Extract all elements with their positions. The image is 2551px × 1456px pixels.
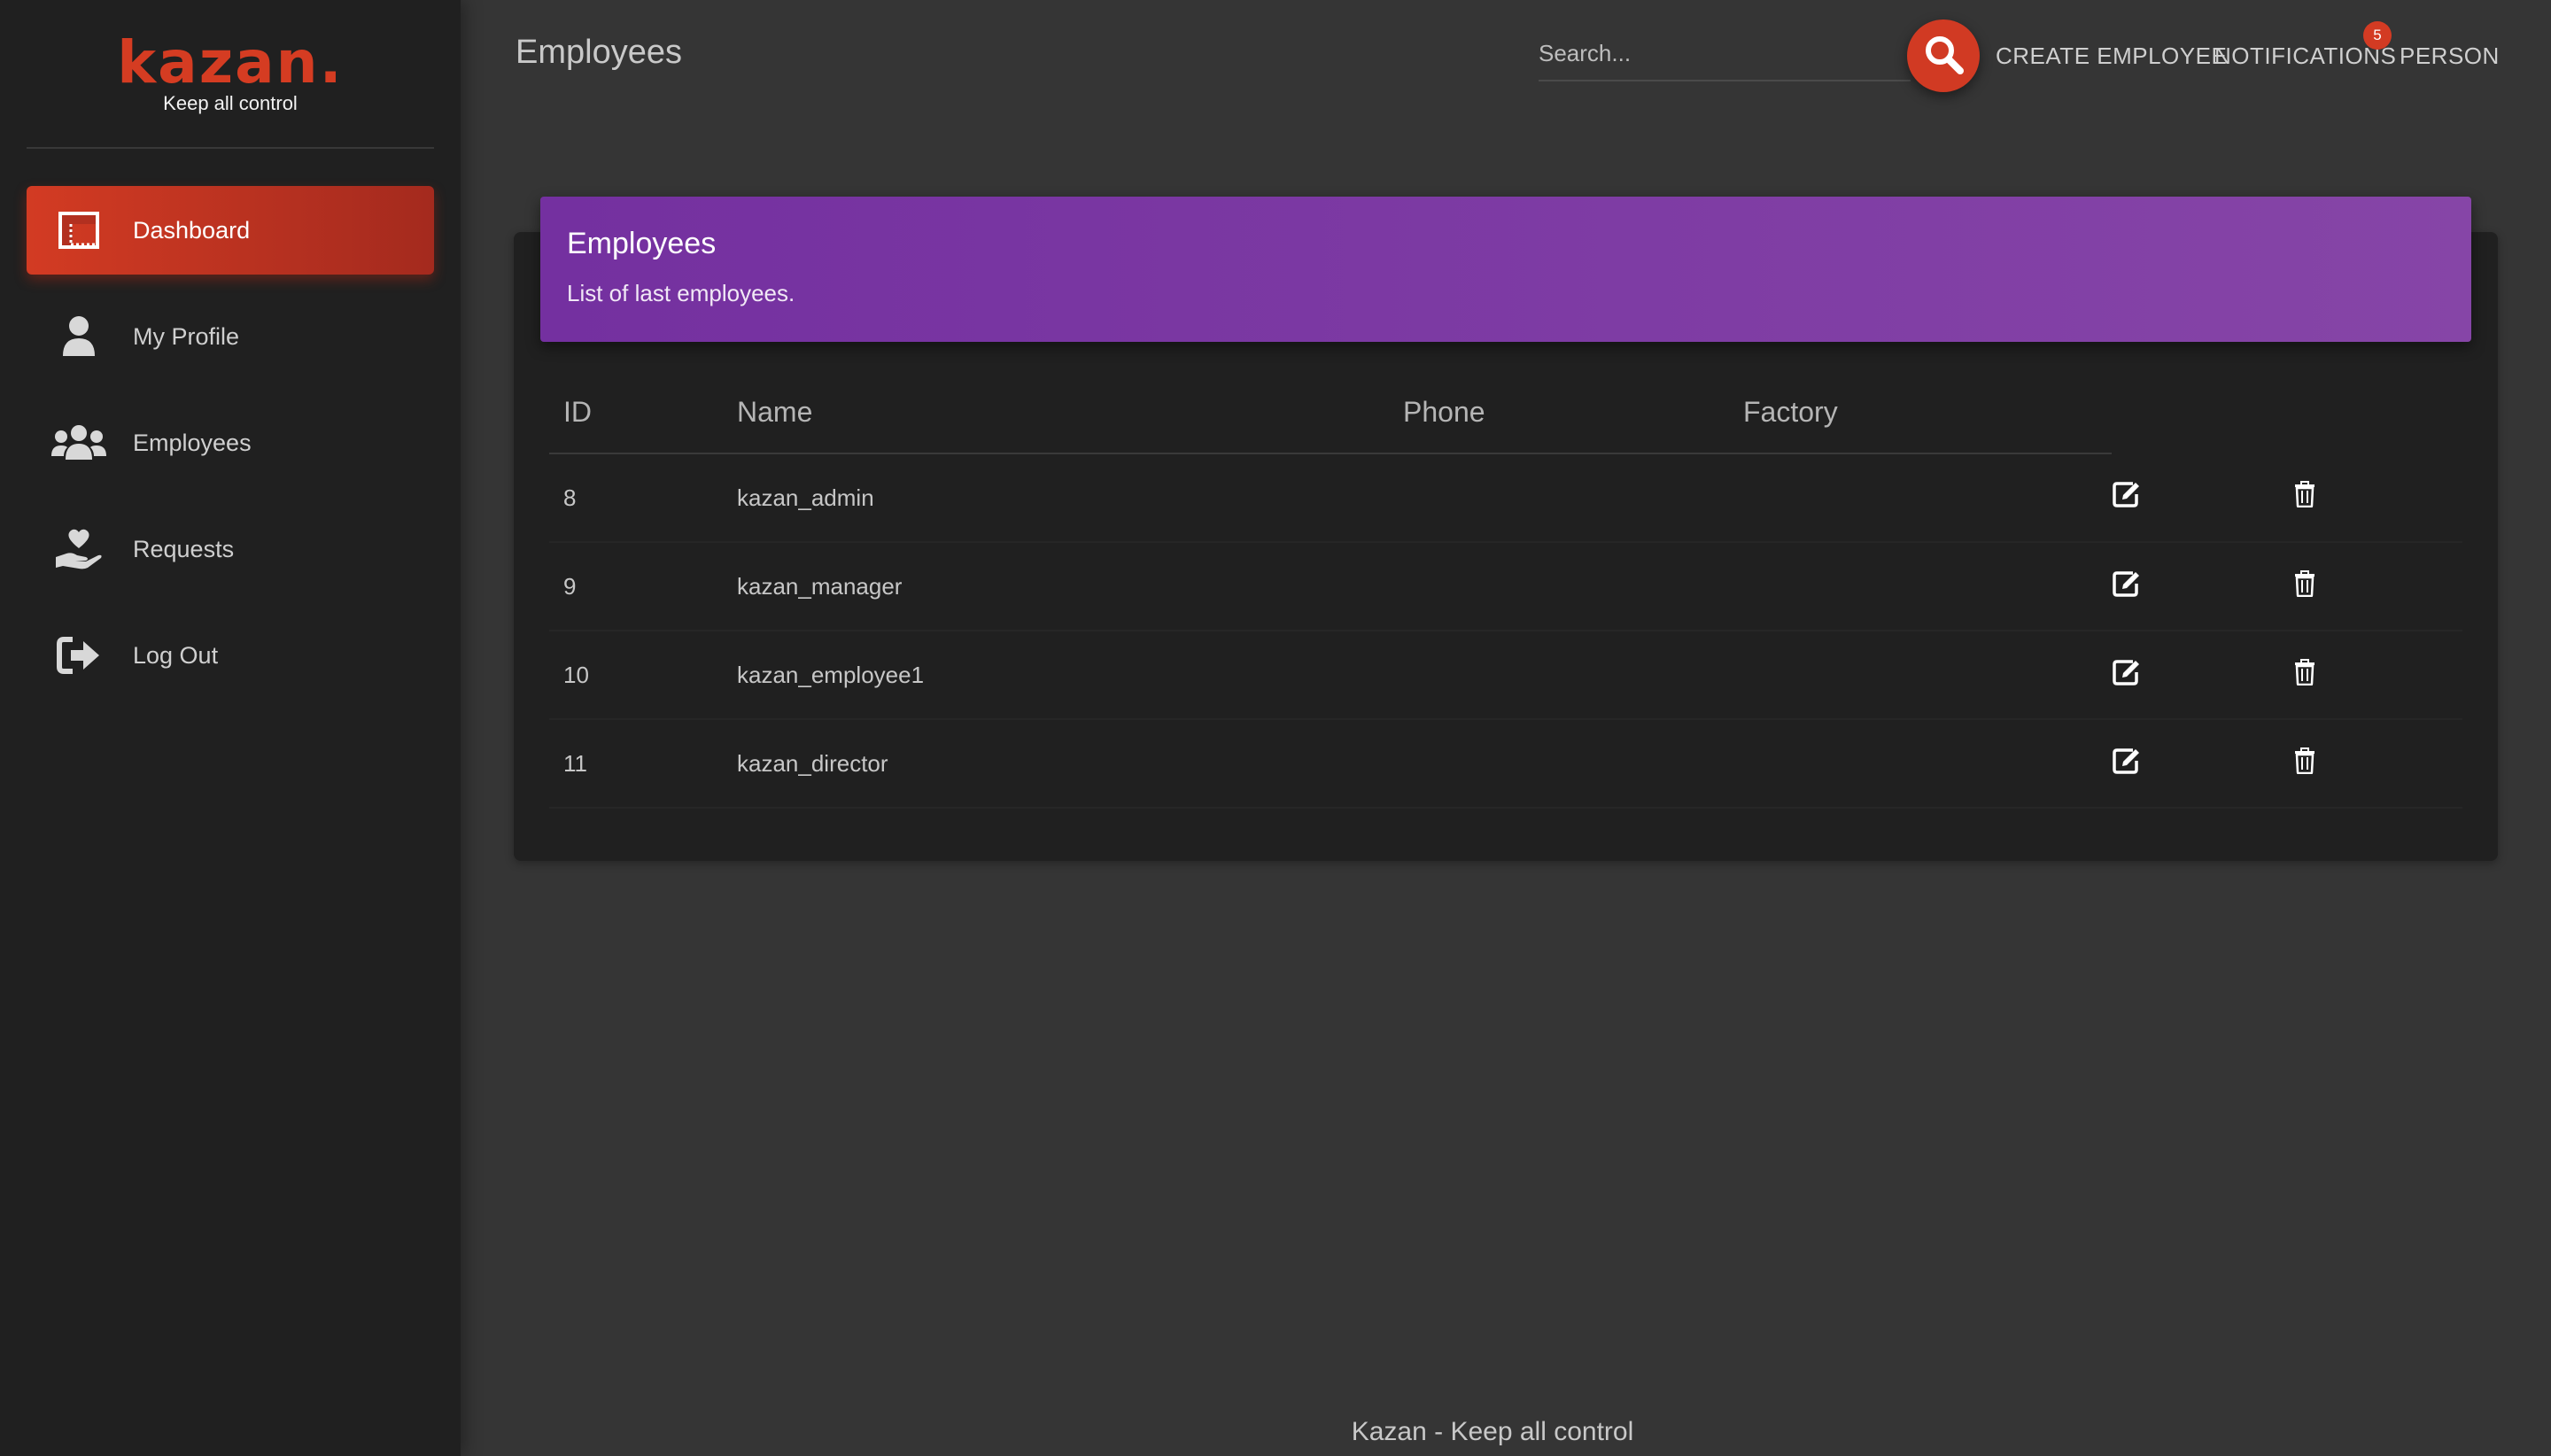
sidebar-item-my-profile[interactable]: My Profile	[27, 292, 434, 381]
cell-id: 8	[549, 453, 723, 543]
sidebar-item-label: Dashboard	[133, 216, 251, 244]
cell-delete	[2294, 719, 2462, 809]
sidebar-item-label: Requests	[133, 535, 235, 562]
cell-factory	[1729, 453, 2112, 543]
cell-phone	[1389, 719, 1729, 809]
cell-id: 9	[549, 542, 723, 631]
table-header-row: ID Name Phone Factory	[549, 372, 2462, 454]
table-row: 8 kazan_admin	[549, 453, 2462, 543]
table-row: 10 kazan_employee1	[549, 631, 2462, 720]
column-header-id: ID	[549, 372, 723, 454]
footer-text: Kazan - Keep all control	[1351, 1417, 1634, 1446]
column-header-phone: Phone	[1389, 372, 1729, 454]
card-title: Employees	[567, 227, 717, 260]
cell-edit	[2112, 631, 2294, 720]
cell-phone	[1389, 631, 1729, 720]
cell-name: kazan_manager	[723, 542, 1389, 631]
cell-edit	[2112, 453, 2294, 543]
cell-edit	[2112, 542, 2294, 631]
edit-icon[interactable]	[2112, 658, 2142, 686]
cell-name: kazan_admin	[723, 453, 1389, 543]
person-icon	[48, 306, 110, 368]
sidebar-nav: Dashboard My Profile Employees Requests …	[27, 186, 434, 717]
trash-icon[interactable]	[2294, 658, 2315, 685]
search-icon	[1923, 34, 1964, 79]
cell-factory	[1729, 631, 2112, 720]
cell-id: 10	[549, 631, 723, 720]
sidebar-item-log-out[interactable]: Log Out	[27, 611, 434, 700]
sidebar-item-label: My Profile	[133, 322, 240, 350]
cell-delete	[2294, 631, 2462, 720]
column-header-edit	[2112, 372, 2294, 453]
person-link[interactable]: PERSON	[2400, 43, 2500, 70]
search-field	[1539, 27, 1911, 81]
column-header-delete	[2294, 372, 2462, 453]
employees-table: ID Name Phone Factory 8 kazan_admin 9 ka…	[549, 372, 2462, 809]
edit-icon[interactable]	[2112, 480, 2142, 508]
table-row: 11 kazan_director	[549, 719, 2462, 809]
card-subtitle: List of last employees.	[567, 280, 795, 306]
trash-icon[interactable]	[2294, 569, 2315, 597]
sidebar-item-dashboard[interactable]: Dashboard	[27, 186, 434, 275]
cell-name: kazan_director	[723, 719, 1389, 809]
cell-name: kazan_employee1	[723, 631, 1389, 720]
sidebar-item-label: Employees	[133, 429, 252, 456]
users-icon	[48, 412, 110, 474]
cell-edit	[2112, 719, 2294, 809]
column-header-factory: Factory	[1729, 372, 2112, 454]
cell-phone	[1389, 453, 1729, 543]
logo-wordmark: kazan.	[117, 28, 344, 97]
edit-icon[interactable]	[2112, 569, 2142, 598]
trash-icon[interactable]	[2294, 747, 2315, 774]
notifications-badge: 5	[2363, 21, 2392, 50]
dashboard-icon	[48, 199, 110, 261]
sidebar: kazan. Keep all control Dashboard My Pro…	[0, 0, 461, 1456]
hand-heart-icon	[48, 518, 110, 580]
logo-tagline: Keep all control	[163, 92, 298, 114]
cell-delete	[2294, 542, 2462, 631]
card-header: Employees List of last employees.	[540, 197, 2471, 342]
sidebar-item-employees[interactable]: Employees	[27, 399, 434, 487]
cell-delete	[2294, 453, 2462, 543]
cell-phone	[1389, 542, 1729, 631]
cell-factory	[1729, 542, 2112, 631]
search-button[interactable]	[1907, 19, 1980, 92]
logo[interactable]: kazan. Keep all control	[27, 27, 434, 149]
sidebar-item-requests[interactable]: Requests	[27, 505, 434, 593]
cell-id: 11	[549, 719, 723, 809]
trash-icon[interactable]	[2294, 481, 2315, 507]
cell-factory	[1729, 719, 2112, 809]
column-header-name: Name	[723, 372, 1389, 454]
search-input[interactable]	[1539, 27, 1911, 80]
create-employee-link[interactable]: CREATE EMPLOYEE	[1996, 43, 2227, 70]
edit-icon[interactable]	[2112, 747, 2142, 775]
page-title: Employees	[516, 34, 682, 71]
logout-icon	[48, 624, 110, 686]
table-row: 9 kazan_manager	[549, 542, 2462, 631]
sidebar-item-label: Log Out	[133, 641, 219, 669]
